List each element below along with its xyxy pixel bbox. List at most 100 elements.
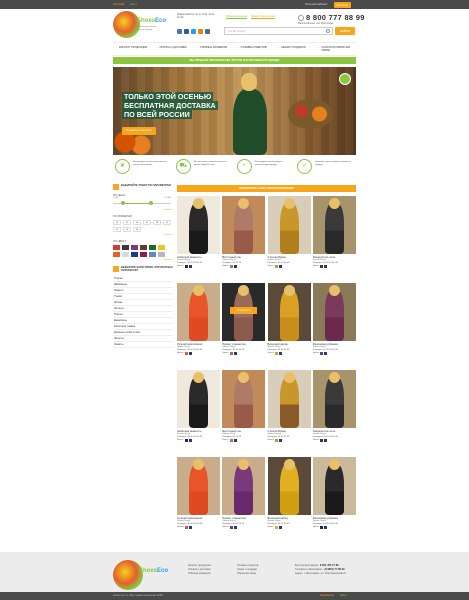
nav-item-catalog[interactable]: › КАТАЛОГ ПРОДУКЦИИ (113, 43, 154, 55)
color-dot[interactable] (320, 264, 324, 268)
facebook-icon[interactable] (184, 29, 189, 34)
color-swatch[interactable] (131, 245, 138, 251)
product-photo[interactable] (222, 370, 266, 428)
color-dot[interactable] (275, 351, 279, 355)
product-photo[interactable] (312, 196, 356, 254)
color-dot[interactable] (229, 264, 233, 268)
search-input[interactable]: Что Вы ищете? (224, 27, 333, 35)
go-to-catalog-button[interactable]: Перейти в каталог (122, 127, 156, 135)
product-card[interactable]: Разделитель ночи Фирма Nepal Размеры: 40 4… (312, 196, 356, 283)
product-photo[interactable] (312, 370, 356, 428)
color-dot[interactable] (188, 525, 192, 529)
nav-item-payment[interactable]: › ОПЛАТА И ДОСТАВКА (154, 43, 195, 55)
size-option[interactable]: 54 (123, 227, 131, 233)
color-dot[interactable] (320, 351, 324, 355)
product-card[interactable]: Вечерний наряд Фирма Nepal Размеры: 40 42 … (267, 283, 311, 370)
footer-link[interactable]: Обратная связь (237, 572, 258, 576)
color-swatch[interactable] (140, 245, 147, 251)
product-photo[interactable] (312, 283, 356, 341)
price-max-handle[interactable] (149, 201, 153, 206)
size-option[interactable]: 48 (153, 220, 161, 226)
nav-item-sizes[interactable]: › ТАБЛИЦА РАЗМЕРОВ (194, 43, 235, 55)
color-dot[interactable] (279, 438, 283, 442)
color-dot[interactable] (229, 351, 233, 355)
product-photo[interactable] (267, 196, 311, 254)
color-dot[interactable] (233, 438, 237, 442)
color-dot[interactable] (188, 264, 192, 268)
color-dot[interactable] (184, 438, 188, 442)
color-dot[interactable] (233, 351, 237, 355)
developer-link[interactable]: Разработка (320, 594, 334, 597)
price-min-handle[interactable] (121, 201, 125, 206)
product-card[interactable]: Строгая Бриен Фирма Nepal Размеры: 40 42 4… (267, 196, 311, 283)
quick-view-button[interactable]: Посмотреть (230, 307, 258, 314)
size-option[interactable]: 40 (113, 220, 121, 226)
color-swatch[interactable] (158, 245, 165, 251)
reset-color-link[interactable]: Сбросить (113, 259, 173, 262)
color-dot[interactable] (275, 525, 279, 529)
nav-item-promo[interactable]: › АКЦИИ И ПОДАРКИ (275, 43, 316, 55)
color-dot[interactable] (275, 438, 279, 442)
instagram-icon[interactable] (205, 29, 210, 34)
color-dot[interactable] (324, 438, 328, 442)
color-dot[interactable] (184, 264, 188, 268)
color-dot[interactable] (184, 351, 188, 355)
product-photo[interactable] (267, 370, 311, 428)
product-card[interactable]: Небесная нежность Фирма Nepal Размеры: 40 … (177, 370, 220, 457)
size-option[interactable]: 56 (133, 227, 141, 233)
product-photo[interactable] (222, 196, 266, 254)
color-dot[interactable] (184, 525, 188, 529)
size-option[interactable]: 44 (133, 220, 141, 226)
color-dot[interactable] (320, 525, 324, 529)
color-dot[interactable] (324, 525, 328, 529)
twitter-icon[interactable] (191, 29, 196, 34)
size-option[interactable]: 46 (143, 220, 151, 226)
color-dot[interactable] (279, 525, 283, 529)
product-card[interactable]: Лучший комплимент Фирма Nepal Размеры: 40 … (177, 283, 220, 370)
price-slider[interactable]: 1 000 15 000 (113, 197, 171, 207)
nav-item-contacts[interactable]: › КОНТАКТЫ ОБРАТНАЯ СВЯЗЬ (316, 43, 357, 55)
product-card[interactable]: Небесная нежность Фирма Nepal Размеры: 40 … (177, 196, 220, 283)
odnoklassniki-icon[interactable] (198, 29, 203, 34)
search-button[interactable]: НАЙТИ (335, 27, 355, 35)
color-swatch[interactable] (140, 252, 147, 258)
lang-en-link[interactable]: Англ. (130, 2, 137, 7)
product-card[interactable]: Лучший комплимент Фирма Nepal Размеры: 40 … (177, 457, 220, 544)
vk-icon[interactable] (177, 29, 182, 34)
product-photo[interactable] (177, 283, 220, 341)
color-dot[interactable] (275, 264, 279, 268)
color-dot[interactable] (233, 525, 237, 529)
product-card[interactable]: Восточный сон Фирма Nepal Размеры: 40 42 4… (222, 196, 266, 283)
nav-item-reviews[interactable]: › ОТЗЫВЫ КЛИЕНТОВ (235, 43, 276, 55)
account-link[interactable]: Личный кабинет (305, 2, 328, 8)
product-card[interactable]: Восточный сон Фирма Nepal Размеры: 40 42 4… (222, 370, 266, 457)
color-swatch[interactable] (113, 245, 120, 251)
color-swatch[interactable] (149, 245, 156, 251)
color-dot[interactable] (324, 351, 328, 355)
color-dot[interactable] (279, 351, 283, 355)
product-photo[interactable] (177, 457, 220, 515)
color-dot[interactable] (229, 525, 233, 529)
color-swatch[interactable] (122, 245, 129, 251)
size-option[interactable]: 50 (163, 220, 171, 226)
color-swatch[interactable] (158, 252, 165, 258)
color-swatch[interactable] (113, 252, 120, 258)
product-photo[interactable] (312, 457, 356, 515)
color-dot[interactable] (320, 438, 324, 442)
color-swatch[interactable] (131, 252, 138, 258)
category-link[interactable]: Жакеты (113, 342, 173, 349)
color-swatch[interactable] (122, 252, 129, 258)
reset-price-link[interactable]: Сбросить (113, 209, 173, 212)
callback-link[interactable]: Обратный звонок (226, 15, 247, 18)
lang-ru-link[interactable]: Русский (113, 2, 124, 7)
color-dot[interactable] (229, 438, 233, 442)
product-card[interactable]: Вечерний наряд Фирма Nepal Размеры: 40 42 … (267, 457, 311, 544)
register-button[interactable]: Регистр. (333, 2, 352, 8)
product-card[interactable]: Привет, романтика Фирма Nepal Размеры: 40 … (222, 457, 266, 544)
color-dot[interactable] (324, 264, 328, 268)
free-call-link[interactable]: Звонок бесплатный (251, 15, 275, 18)
product-photo[interactable] (222, 457, 266, 515)
site-logo[interactable]: ShoesEco экологически чистая женская оде… (113, 11, 166, 38)
size-option[interactable]: 42 (123, 220, 131, 226)
product-card[interactable]: Разделитель ночи Фирма Nepal Размеры: 40 4… (312, 370, 356, 457)
